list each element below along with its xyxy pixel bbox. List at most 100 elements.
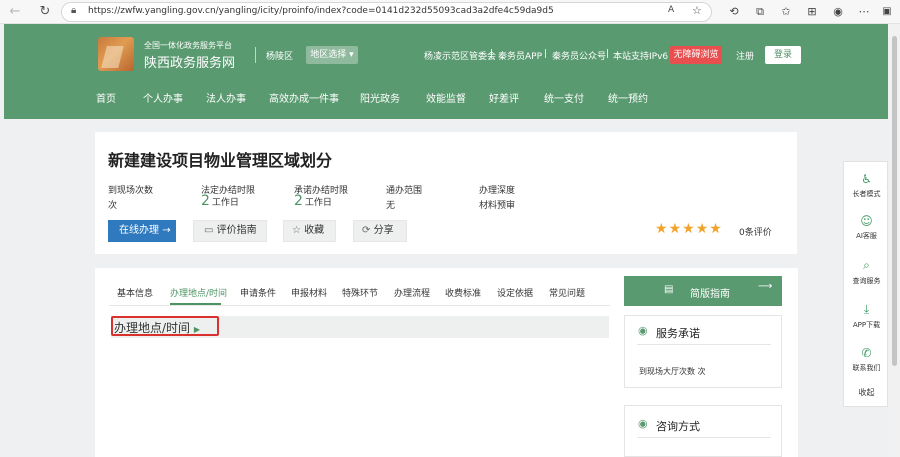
- address-bar[interactable]: 🔒︎ https://zwfw.yangling.gov.cn/yangling…: [61, 2, 712, 22]
- app-download-button[interactable]: ⤓ APP下载: [844, 302, 889, 330]
- guide-label: 评价指南: [216, 225, 257, 236]
- header-link-app[interactable]: 秦务员APP: [498, 49, 542, 62]
- page-scrollbar[interactable]: [889, 24, 900, 457]
- stat-label: 办理深度: [479, 186, 516, 196]
- phone-icon: ✆: [861, 346, 872, 360]
- query-service-button[interactable]: ⌕ 查询服务: [844, 258, 889, 286]
- sidebar-icon[interactable]: ▣: [879, 4, 895, 20]
- side-column: ▤ 简版指南 ⟶ ◉ 服务承诺 到现场大厅次数 次 ◉ 咨询方式: [624, 276, 784, 457]
- online-apply-button[interactable]: 在线办理 →: [108, 220, 176, 242]
- platform-title[interactable]: 陕西政务服务网: [144, 52, 235, 71]
- arrow-right-icon: →: [162, 225, 171, 236]
- region-select-button[interactable]: 地区选择 ▾: [306, 46, 358, 64]
- browser-toolbar: ← ↻ 🔒︎ https://zwfw.yangling.gov.cn/yang…: [0, 0, 900, 24]
- register-link[interactable]: 注册: [736, 49, 754, 62]
- stat-value: 2 工作日: [294, 193, 332, 209]
- nav-item-rating[interactable]: 好差评: [489, 90, 519, 105]
- consult-panel: ◉ 咨询方式: [624, 405, 782, 457]
- arrow-right-icon: ⟶: [758, 281, 773, 292]
- tab-materials[interactable]: 申报材料: [291, 286, 327, 299]
- guide-button[interactable]: ▭ 评价指南: [193, 220, 267, 242]
- tab-divider: [109, 305, 610, 306]
- simple-guide-button[interactable]: ▤ 简版指南 ⟶: [624, 276, 782, 306]
- tab-faq[interactable]: 常见问题: [549, 286, 585, 299]
- panel-divider: [637, 437, 771, 438]
- star-icon: ★: [668, 221, 683, 237]
- triangle-right-icon: ▶: [193, 325, 201, 334]
- tab-location-time[interactable]: 办理地点/时间: [170, 286, 227, 299]
- accessible-browse-button[interactable]: 无障碍浏览: [670, 46, 722, 64]
- favorite-label: 收藏: [304, 225, 325, 236]
- favorites-bar-icon[interactable]: ✩: [778, 4, 794, 20]
- star-outline-icon: ☆: [292, 225, 301, 236]
- site-header: 全国一体化政务服务平台 陕西政务服务网 杨陵区 地区选择 ▾ 杨凌示范区管委会 …: [4, 24, 888, 119]
- tab-conditions[interactable]: 申请条件: [240, 286, 276, 299]
- nav-item-legal-person[interactable]: 法人办事: [206, 90, 246, 105]
- header-link-separator: |: [544, 49, 548, 59]
- stat-value: 次: [108, 201, 118, 211]
- elder-mode-icon: ♿︎: [861, 172, 872, 186]
- header-link-separator: |: [606, 49, 610, 59]
- nav-item-supervision[interactable]: 效能监督: [426, 90, 466, 105]
- scrollbar-thumb[interactable]: [892, 36, 897, 366]
- nav-item-efficient[interactable]: 高效办成一件事: [269, 90, 339, 105]
- tab-process[interactable]: 办理流程: [394, 286, 430, 299]
- share-button[interactable]: ⟳ 分享: [353, 220, 407, 242]
- site-logo[interactable]: [98, 37, 134, 71]
- promise-title: 服务承诺: [656, 327, 700, 340]
- tab-special-steps[interactable]: 特殊环节: [342, 286, 378, 299]
- chat-icon: ▭: [204, 225, 214, 236]
- elder-mode-button[interactable]: ♿︎ 长者模式: [844, 172, 889, 199]
- region-select-label: 地区选择: [310, 50, 347, 60]
- back-icon[interactable]: ←: [6, 3, 24, 21]
- header-link-committee[interactable]: 杨凌示范区管委会: [424, 49, 496, 62]
- promise-text: 到现场大厅次数 次: [639, 367, 706, 376]
- header-link-ipv6: 本站支持IPv6: [613, 52, 669, 62]
- login-button[interactable]: 登录: [765, 46, 801, 64]
- tab-fees[interactable]: 收费标准: [445, 286, 481, 299]
- nav-item-home[interactable]: 首页: [96, 90, 116, 105]
- stat-value: 2 工作日: [201, 193, 239, 209]
- star-icon: ★: [695, 221, 710, 237]
- read-aloud-icon[interactable]: A: [668, 5, 674, 15]
- tab-basis[interactable]: 设定依据: [497, 286, 533, 299]
- nav-item-sunshine[interactable]: 阳光政务: [360, 90, 400, 105]
- reload-icon[interactable]: ↻: [36, 3, 54, 21]
- consult-title: 咨询方式: [656, 420, 700, 433]
- panel-divider: [637, 344, 771, 345]
- star-icon: ★: [709, 221, 723, 237]
- profile-icon[interactable]: ◉: [830, 4, 846, 20]
- search-icon: ⌕: [863, 258, 870, 272]
- lock-icon[interactable]: 🔒︎: [71, 5, 76, 16]
- header-link-wechat[interactable]: 秦务员公众号: [552, 49, 606, 62]
- page-title: 新建建设项目物业管理区域划分: [108, 151, 333, 170]
- more-icon[interactable]: ⋯: [856, 4, 872, 20]
- header-divider: [255, 47, 256, 63]
- service-promise-panel: ◉ 服务承诺 到现场大厅次数 次: [624, 315, 782, 388]
- extensions-icon[interactable]: ⟲: [726, 4, 742, 20]
- stat-value: 无: [386, 201, 396, 211]
- item-summary-card: 新建建设项目物业管理区域划分 到现场次数 次 法定办结时限 2 工作日 承诺办结时…: [95, 132, 797, 254]
- floating-toolbar: ♿︎ 长者模式 ☺ AI客服 ⌕ 查询服务 ⤓ APP下载 ✆ 联系我们 收起: [843, 161, 888, 407]
- collapse-button[interactable]: 收起: [844, 387, 889, 398]
- tab-basic-info[interactable]: 基本信息: [117, 286, 153, 299]
- favorite-icon[interactable]: ☆: [692, 4, 702, 17]
- document-icon: ▤: [664, 284, 674, 295]
- nav-item-appointment[interactable]: 统一预约: [608, 90, 648, 105]
- review-count[interactable]: 0条评价: [739, 225, 772, 238]
- split-screen-icon[interactable]: ⧉: [752, 4, 768, 20]
- nav-item-payment[interactable]: 统一支付: [544, 90, 584, 105]
- collections-icon[interactable]: ⊞: [804, 4, 820, 20]
- contact-us-button[interactable]: ✆ 联系我们: [844, 346, 889, 373]
- online-apply-label: 在线办理: [119, 225, 159, 236]
- url-text[interactable]: https://zwfw.yangling.gov.cn/yangling/ic…: [88, 6, 554, 16]
- star-icon: ★: [655, 221, 669, 237]
- active-tab-underline: [170, 303, 221, 305]
- nav-item-personal[interactable]: 个人办事: [143, 90, 183, 105]
- chevron-down-icon: ▾: [349, 50, 354, 60]
- stat-value: 材料预审: [479, 201, 516, 211]
- section-title[interactable]: 办理地点/时间 ▶: [114, 319, 200, 336]
- rating-stars: ★★★★★: [655, 221, 723, 237]
- favorite-button[interactable]: ☆ 收藏: [283, 220, 336, 242]
- ai-service-button[interactable]: ☺ AI客服: [844, 214, 889, 241]
